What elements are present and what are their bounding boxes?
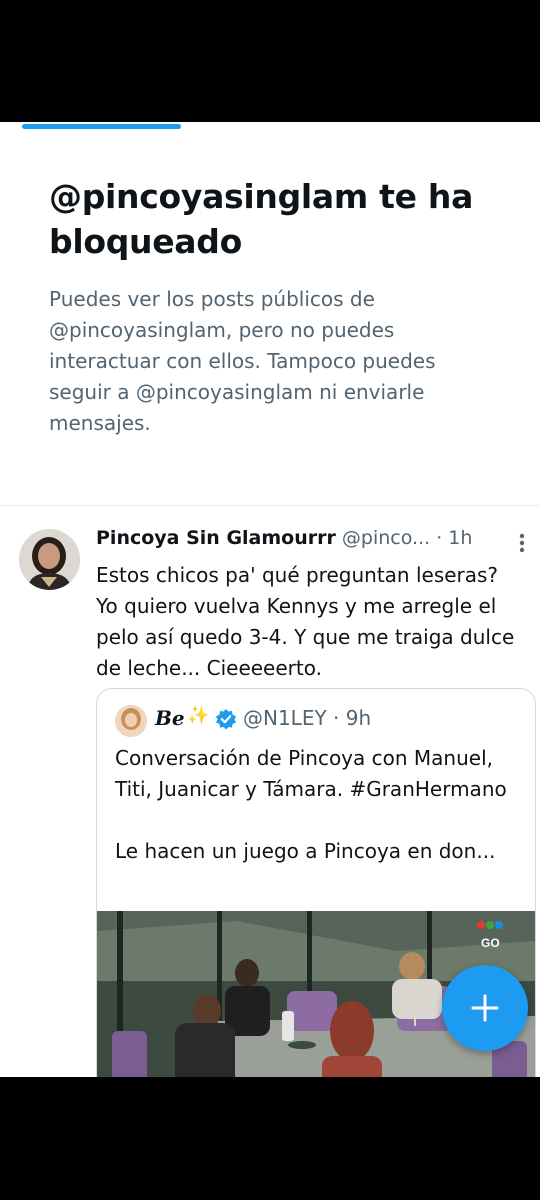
quoted-avatar <box>115 705 147 737</box>
tweet-header: Pincoya Sin Glamourrr @pinco... · 1h <box>96 527 516 555</box>
quoted-author-handle: @N1LEY · 9h <box>243 706 372 730</box>
quoted-text-paragraph-2: Le hacen un juego a Pincoya en don... <box>115 839 496 863</box>
quoted-text: Conversación de Pincoya con Manuel, Titi… <box>115 743 525 867</box>
media-watermark: GO <box>481 936 500 950</box>
more-vertical-icon[interactable] <box>515 532 529 554</box>
avatar[interactable] <box>19 529 80 590</box>
loading-progress-bar <box>22 124 181 129</box>
screen: @pincoyasinglam te ha bloqueado Puedes v… <box>0 122 540 1077</box>
blocked-description: Puedes ver los posts públicos de @pincoy… <box>49 287 436 435</box>
tweet-author-name[interactable]: Pincoya Sin Glamourrr <box>96 527 336 549</box>
divider <box>0 505 540 506</box>
sparkle-emoji: ✨ <box>187 705 210 725</box>
compose-button[interactable] <box>442 965 528 1051</box>
plus-icon <box>471 994 499 1022</box>
verified-badge-icon <box>215 708 237 730</box>
blocked-title: @pincoyasinglam te ha bloqueado <box>49 177 474 261</box>
tweet-time: · 1h <box>436 527 473 549</box>
quoted-author-name: Be <box>155 706 185 730</box>
quoted-text-paragraph-1: Conversación de Pincoya con Manuel, Titi… <box>115 746 507 801</box>
tweet-text: Estos chicos pa' qué preguntan leseras? … <box>96 563 515 680</box>
tweet-author-handle[interactable]: @pinco... <box>342 527 430 549</box>
